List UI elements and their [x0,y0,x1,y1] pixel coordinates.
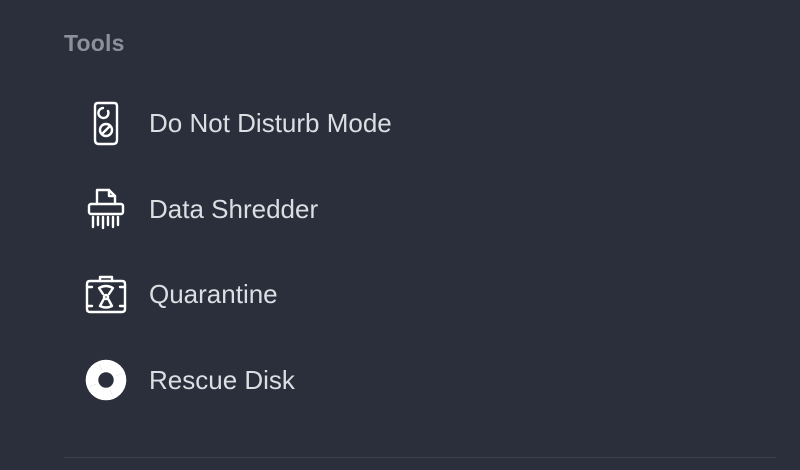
shredder-icon [80,183,132,235]
tool-item-do-not-disturb[interactable]: Do Not Disturb Mode [80,91,480,155]
door-hanger-icon [80,97,132,149]
tool-item-label: Do Not Disturb Mode [149,107,392,138]
quarantine-case-icon [80,268,132,320]
tool-item-label: Quarantine [149,278,278,309]
tool-item-rescue-disk[interactable]: Rescue Disk [80,348,480,412]
tool-item-quarantine[interactable]: Quarantine [80,262,480,326]
section-divider [64,457,776,458]
tools-section-title: Tools [64,30,125,56]
tool-item-label: Data Shredder [149,193,319,224]
lifebuoy-icon [80,354,132,406]
tool-item-label: Rescue Disk [149,364,295,395]
tool-item-data-shredder[interactable]: Data Shredder [80,177,480,241]
